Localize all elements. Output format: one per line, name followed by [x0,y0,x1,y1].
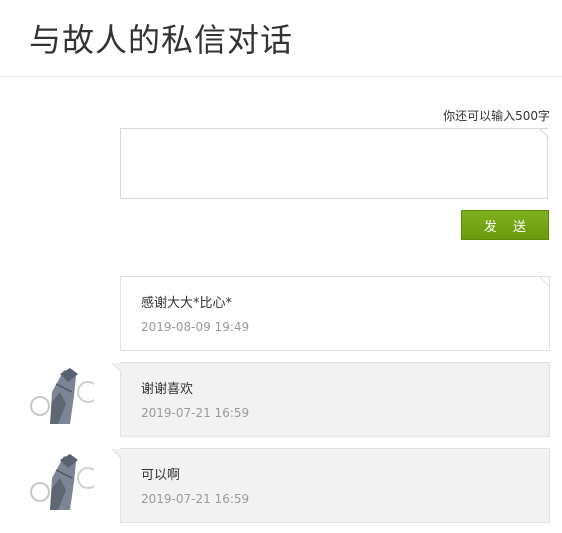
bubble-corner-icon [540,277,549,286]
send-button[interactable]: 发 送 [461,210,549,240]
page-title: 与故人的私信对话 [29,21,294,59]
message-input[interactable] [120,128,548,199]
message-text: 感谢大大*比心* [141,296,233,311]
message-timestamp: 2019-08-09 19:49 [141,320,250,334]
bubble-pointer-icon [112,363,121,372]
message-item-incoming: 谢谢喜欢 2019-07-21 16:59 [120,362,550,437]
message-timestamp: 2019-07-21 16:59 [141,406,250,420]
user-avatar-icon [30,362,94,426]
user-avatar-icon [30,448,94,512]
message-item-incoming: 可以啊 2019-07-21 16:59 [120,448,550,523]
message-text: 可以啊 [141,468,181,483]
avatar[interactable] [30,448,94,512]
message-item-outgoing: 感谢大大*比心* 2019-08-09 19:49 [120,276,550,351]
avatar[interactable] [30,362,94,426]
title-divider [0,76,562,77]
bubble-corner-icon [540,129,549,138]
message-text: 谢谢喜欢 [141,382,194,397]
bubble-pointer-icon [112,449,121,458]
message-timestamp: 2019-07-21 16:59 [141,492,250,506]
char-counter: 你还可以输入500字 [443,109,550,123]
